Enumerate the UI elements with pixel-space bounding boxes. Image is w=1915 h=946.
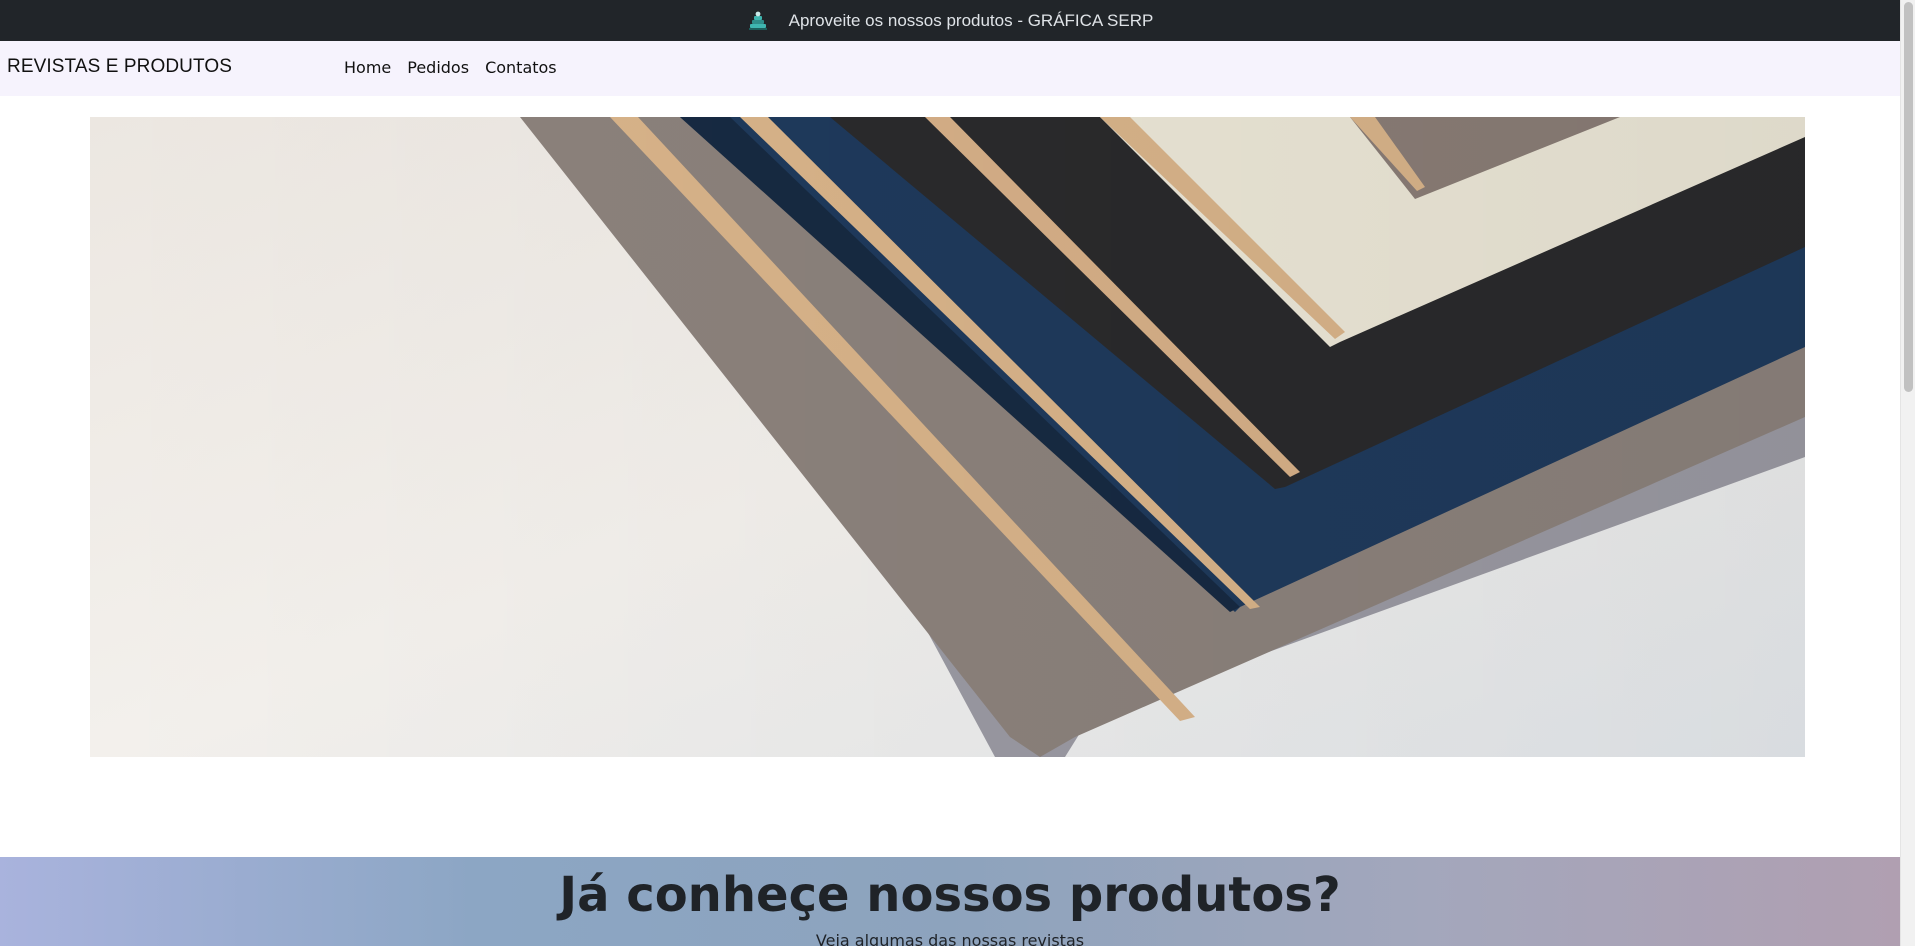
announcement-bar: Aproveite os nossos produtos - GRÁFICA S… — [0, 0, 1900, 41]
products-section: Já conheçe nossos produtos? Veja algumas… — [0, 857, 1900, 946]
nav-links: Home Pedidos Contatos — [344, 58, 557, 77]
announcement-text: Aproveite os nossos produtos - GRÁFICA S… — [788, 10, 1154, 30]
products-subtext: Veja algumas das nossas revistas — [815, 931, 1085, 946]
hero-image — [90, 117, 1805, 757]
nav-link-pedidos[interactable]: Pedidos — [407, 58, 469, 77]
page-scrollbar[interactable] — [1900, 0, 1915, 946]
site-brand[interactable]: REVISTAS E PRODUTOS — [7, 56, 232, 78]
page: Aproveite os nossos produtos - GRÁFICA S… — [0, 0, 1915, 946]
nav-link-contatos[interactable]: Contatos — [485, 58, 557, 77]
nav-link-home[interactable]: Home — [344, 58, 391, 77]
scrollbar-thumb[interactable] — [1904, 2, 1913, 392]
products-heading: Já conheçe nossos produtos? — [559, 867, 1341, 923]
navbar: REVISTAS E PRODUTOS Home Pedidos Contato… — [0, 41, 1900, 96]
book-stack-icon — [747, 10, 769, 32]
